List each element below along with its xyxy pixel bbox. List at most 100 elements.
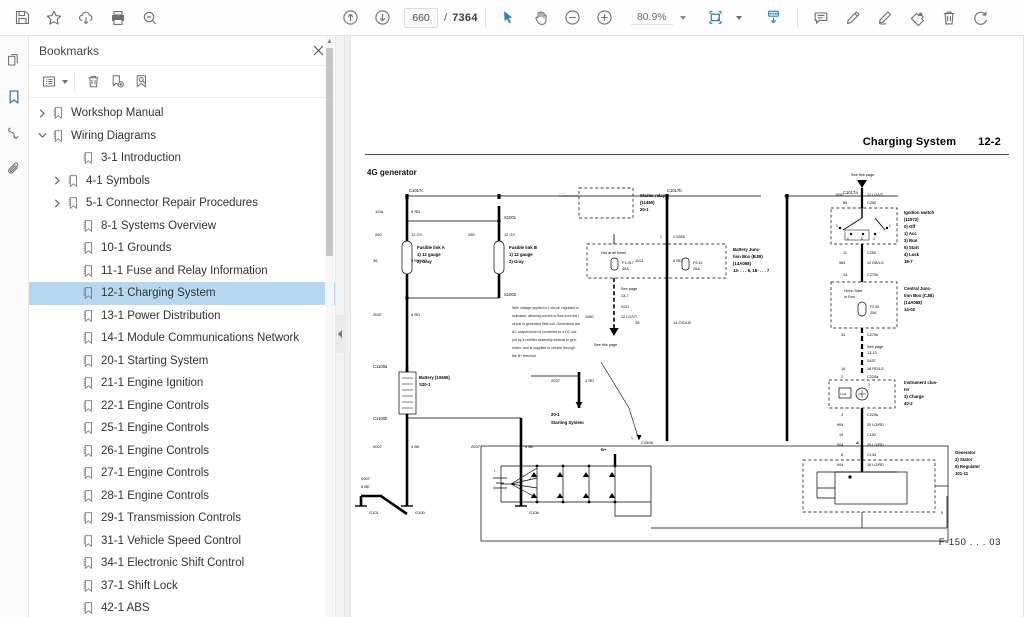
page-footer: F-150 . . . 03	[939, 537, 1001, 548]
bookmark-item[interactable]: 37-1 Shift Lock	[29, 575, 335, 598]
bookmark-item[interactable]: 3-1 Introduction	[29, 147, 335, 170]
bookmark-item[interactable]: 31-1 Vehicle Speed Control	[29, 530, 335, 553]
bookmarks-panel-title: Bookmarks	[39, 44, 309, 58]
svg-text:6 RD: 6 RD	[673, 258, 682, 263]
svg-text:or Run: or Run	[844, 295, 855, 299]
sidebar-signature-icon[interactable]	[1, 118, 27, 148]
bookmark-item[interactable]: 12-1 Charging System	[29, 282, 335, 305]
zoom-level-value: 80.9%	[631, 11, 673, 25]
bookmark-page-icon	[65, 197, 82, 209]
favorite-button[interactable]	[38, 3, 70, 33]
undo-button[interactable]	[965, 3, 997, 33]
zoom-out-button[interactable]	[557, 3, 589, 33]
next-page-button[interactable]	[366, 3, 398, 33]
edit-bookmark-button[interactable]	[129, 70, 153, 94]
bookmark-item[interactable]: 8-1 Systems Overview	[29, 215, 335, 238]
svg-text:C1017a: C1017a	[843, 190, 858, 195]
svg-text:4 RD: 4 RD	[585, 378, 594, 383]
scroll-mode-button[interactable]	[758, 3, 790, 33]
svg-text:(14A068): (14A068)	[733, 261, 751, 266]
svg-text:tion Box (BJB): tion Box (BJB)	[733, 254, 763, 259]
svg-text:3) Run: 3) Run	[904, 238, 918, 243]
bookmark-item[interactable]: 25-1 Engine Controls	[29, 417, 335, 440]
toolbar-divider-1	[485, 8, 486, 28]
bookmark-item[interactable]: 28-1 Engine Controls	[29, 485, 335, 508]
bookmark-item[interactable]: 42-1 ABS	[29, 597, 335, 617]
pen-strike-button[interactable]	[869, 3, 901, 33]
bookmark-item[interactable]: 20-1 Starting System	[29, 350, 335, 373]
svg-text:14-02: 14-02	[904, 307, 916, 312]
panel-collapse-handle[interactable]	[336, 315, 345, 353]
new-bookmark-button[interactable]	[105, 70, 129, 94]
file-tools-group	[6, 3, 166, 33]
comment-button[interactable]	[805, 3, 837, 33]
find-button[interactable]	[134, 3, 166, 33]
bookmark-options-chevron-down-icon[interactable]	[62, 80, 68, 84]
bookmark-item[interactable]: 13-1 Power Distribution	[29, 305, 335, 328]
fit-page-button[interactable]	[700, 3, 732, 33]
svg-text:1) 12 gauge: 1) 12 gauge	[417, 252, 441, 257]
bookmark-item[interactable]: Workshop Manual	[29, 102, 335, 125]
svg-text:5: 5	[941, 511, 943, 515]
pen-button[interactable]	[837, 3, 869, 33]
bookmark-item[interactable]: 11-1 Fuse and Relay Information	[29, 260, 335, 283]
bookmark-item[interactable]: 4-1 Symbols	[29, 170, 335, 193]
bookmarks-tree[interactable]: Workshop Manual Wiring Diagrams 3-1 Introd…	[29, 98, 335, 617]
zoom-chevron-down-icon[interactable]	[680, 16, 686, 20]
bookmark-item[interactable]: 10-1 Grounds	[29, 237, 335, 260]
svg-text:14: 14	[843, 273, 847, 277]
bookmarks-scrollbar[interactable]: ▲	[325, 36, 334, 617]
bookmark-options-button[interactable]	[37, 70, 61, 94]
svg-text:C134: C134	[867, 453, 876, 457]
bookmark-item[interactable]: 34-1 Electronic Shift Control	[29, 552, 335, 575]
sidebar-pages-icon[interactable]	[1, 46, 27, 76]
select-tool-button[interactable]	[493, 3, 525, 33]
delete-bookmark-button[interactable]	[81, 70, 105, 94]
chevron-right-icon[interactable]	[35, 109, 50, 118]
chevron-down-icon[interactable]	[35, 132, 50, 139]
zoom-level-control[interactable]: 80.9%	[631, 11, 686, 25]
sidebar-attachments-icon[interactable]	[1, 154, 27, 184]
cloud-upload-button[interactable]	[70, 3, 102, 33]
current-page-input[interactable]: 660	[404, 8, 438, 28]
bookmarks-scrollbar-thumb[interactable]	[326, 48, 333, 256]
sidebar-bookmarks-icon[interactable]	[1, 82, 27, 112]
document-view[interactable]: Charging System12-2 4G generator C1017c …	[345, 36, 1024, 617]
chevron-right-icon[interactable]	[50, 176, 65, 185]
save-button[interactable]	[6, 3, 38, 33]
stamp-button[interactable]	[901, 3, 933, 33]
toolbar-divider-2	[797, 8, 798, 28]
svg-text:G101: G101	[369, 510, 380, 515]
zoom-in-button[interactable]	[589, 3, 621, 33]
bookmark-page-icon	[80, 377, 97, 389]
bookmark-item[interactable]: 27-1 Engine Controls	[29, 462, 335, 485]
svg-text:1113: 1113	[635, 258, 644, 263]
svg-text:C270b: C270b	[867, 273, 878, 277]
bookmark-item-label: 27-1 Engine Controls	[101, 467, 209, 479]
panel-splitter[interactable]	[336, 36, 345, 617]
print-button[interactable]	[102, 3, 134, 33]
svg-text:1) 12 gauge: 1) 12 gauge	[509, 252, 533, 257]
chevron-right-icon[interactable]	[50, 199, 65, 208]
svg-text:F9.11: F9.11	[693, 261, 702, 265]
bookmark-item-label: 20-1 Starting System	[101, 355, 208, 367]
bookmark-tools-divider	[74, 74, 75, 90]
bookmark-item-label: Wiring Diagrams	[71, 130, 156, 142]
bookmark-item[interactable]: 22-1 Engine Controls	[29, 395, 335, 418]
svg-text:1: 1	[631, 436, 633, 440]
previous-page-button[interactable]	[334, 3, 366, 33]
bookmark-item[interactable]: Wiring Diagrams	[29, 125, 335, 148]
bookmark-item[interactable]: 14-1 Module Communications Network	[29, 327, 335, 350]
bookmark-item[interactable]: 21-1 Engine Ignition	[29, 372, 335, 395]
bookmark-item[interactable]: 29-1 Transmission Controls	[29, 507, 335, 530]
pan-tool-button[interactable]	[525, 3, 557, 33]
scroll-up-arrow-icon[interactable]: ▲	[325, 36, 334, 47]
delete-button[interactable]	[933, 3, 965, 33]
svg-text:16: 16	[841, 367, 845, 371]
svg-text:6 BK: 6 BK	[525, 444, 534, 449]
bookmark-item[interactable]: 26-1 Engine Controls	[29, 440, 335, 463]
annotation-tools-group	[805, 3, 997, 33]
bookmark-page-icon	[80, 152, 97, 164]
bookmark-item[interactable]: 5-1 Connector Repair Procedures	[29, 192, 335, 215]
fit-chevron-down-icon[interactable]	[736, 16, 742, 20]
